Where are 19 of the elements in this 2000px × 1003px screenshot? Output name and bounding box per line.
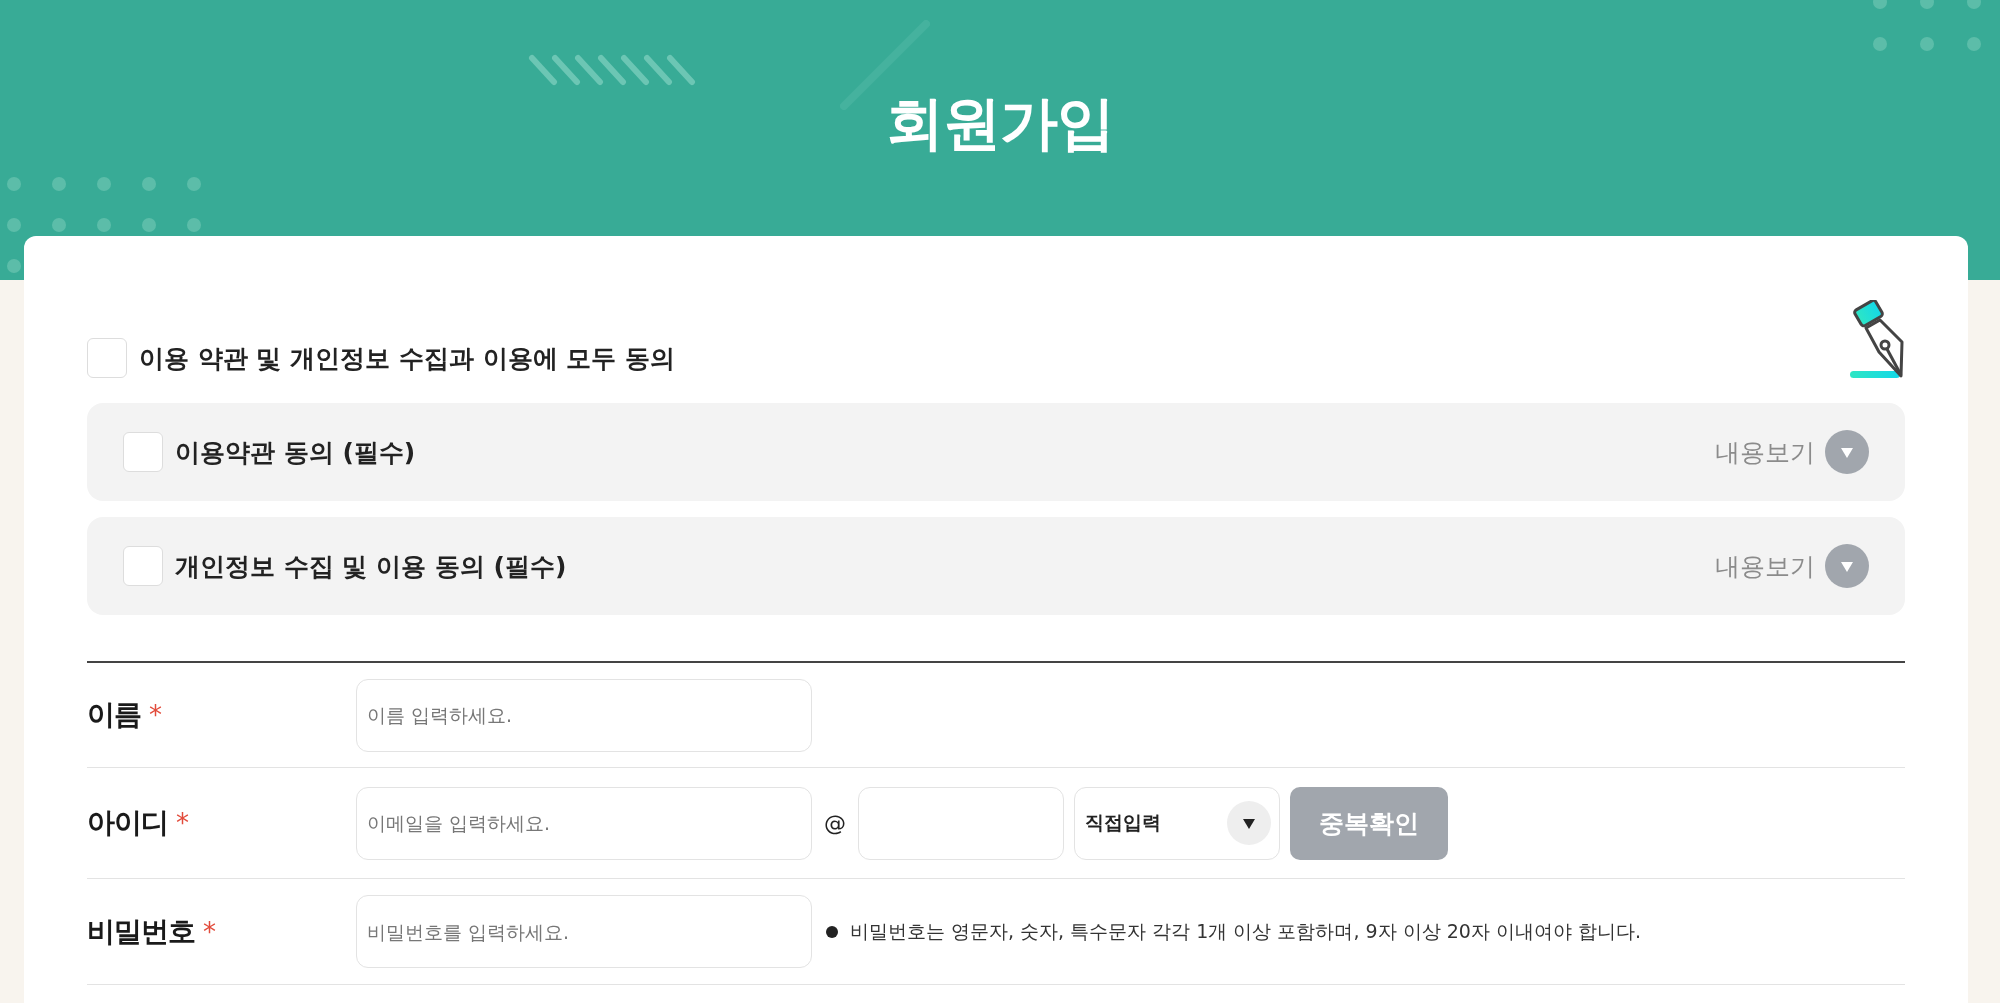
password-field[interactable]: 비밀번호를 입력하세요. [356,895,812,968]
agree-all-label: 이용 약관 및 개인정보 수집과 이용에 모두 동의 [139,342,675,375]
page-title: 회원가입 [886,88,1114,159]
agreement-label: 개인정보 수집 및 이용 동의 (필수) [175,550,567,583]
required-mark: * [176,808,189,838]
agreement-label: 이용약관 동의 (필수) [175,436,416,469]
at-sign: @ [824,810,846,836]
field-label: 아이디 [87,805,168,841]
view-content-toggle[interactable]: 내용보기 [1715,544,1869,588]
view-content-toggle[interactable]: 내용보기 [1715,430,1869,474]
email-field[interactable]: 이메일을 입력하세요. [356,786,812,860]
required-mark: * [149,700,162,730]
duplicate-check-button[interactable]: 중복확인 [1290,786,1448,860]
field-label: 비밀번호 [87,913,195,950]
password-hint: 비밀번호는 영문자, 숫자, 특수문자 각각 1개 이상 포함하며, 9자 이상 20자 이내여야 합니다. [850,918,1641,944]
name-field[interactable]: 이름 입력하세요. [356,678,812,752]
field-label: 이름 [87,697,141,733]
required-mark: * [203,916,216,947]
domain-select[interactable]: 직접입력 [1074,786,1280,860]
